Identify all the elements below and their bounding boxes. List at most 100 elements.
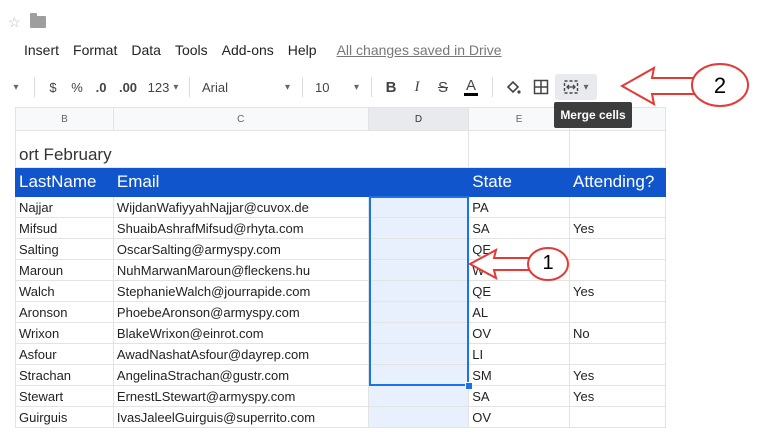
- table-cell[interactable]: [568, 301, 666, 323]
- table-cell[interactable]: OV: [468, 322, 570, 344]
- header-cell[interactable]: Email: [112, 167, 369, 197]
- grid-cell[interactable]: [367, 130, 470, 168]
- table-cell[interactable]: [367, 343, 470, 365]
- table-cell[interactable]: Strachan: [15, 364, 114, 386]
- table-cell[interactable]: [367, 238, 470, 260]
- table-cell[interactable]: OscarSalting@armyspy.com: [112, 238, 369, 260]
- header-cell[interactable]: Attending?: [568, 167, 666, 197]
- table-cell[interactable]: [367, 322, 470, 344]
- table-cell[interactable]: AngelinaStrachan@gustr.com: [112, 364, 369, 386]
- column-header-c[interactable]: C: [112, 107, 369, 131]
- table-row: Najjar WijdanWafiyyahNajjar@cuvox.de PA: [15, 196, 666, 218]
- table-cell[interactable]: [367, 196, 470, 218]
- table-cell[interactable]: ShuaibAshrafMifsud@rhyta.com: [112, 217, 369, 239]
- table-cell[interactable]: [367, 280, 470, 302]
- fill-color-button[interactable]: [499, 74, 527, 100]
- menu-tools[interactable]: Tools: [175, 42, 208, 58]
- table-cell[interactable]: LI: [468, 343, 570, 365]
- font-size-dropdown[interactable]: 10: [309, 74, 365, 100]
- table-cell[interactable]: [367, 406, 470, 428]
- table-cell[interactable]: Yes: [568, 364, 666, 386]
- strikethrough-button[interactable]: S: [430, 74, 456, 100]
- table-cell[interactable]: [568, 343, 666, 365]
- table-cell[interactable]: Salting: [15, 238, 114, 260]
- borders-icon: [533, 79, 549, 95]
- font-label: Arial: [202, 79, 229, 95]
- table-cell[interactable]: WijdanWafiyyahNajjar@cuvox.de: [112, 196, 369, 218]
- sheet-title-cell[interactable]: ort February: [15, 130, 369, 168]
- save-status-link[interactable]: All changes saved in Drive: [337, 42, 502, 58]
- fill-handle[interactable]: [465, 382, 473, 390]
- borders-button[interactable]: [527, 74, 555, 100]
- table-cell[interactable]: OV: [468, 406, 570, 428]
- table-cell[interactable]: Najjar: [15, 196, 114, 218]
- star-icon[interactable]: ☆: [8, 14, 21, 31]
- table-cell[interactable]: IvasJaleelGuirguis@superrito.com: [112, 406, 369, 428]
- font-size-label: 10: [315, 79, 330, 95]
- table-cell[interactable]: Mifsud: [15, 217, 114, 239]
- table-cell[interactable]: Aronson: [15, 301, 114, 323]
- table-cell[interactable]: NuhMarwanMaroun@fleckens.hu: [112, 259, 369, 281]
- text-color-button[interactable]: A: [456, 74, 486, 100]
- header-cell[interactable]: [367, 167, 470, 197]
- menu-help[interactable]: Help: [288, 42, 317, 58]
- table-cell[interactable]: Asfour: [15, 343, 114, 365]
- number-format-dropdown[interactable]: 123: [143, 74, 183, 100]
- table-cell[interactable]: [367, 385, 470, 407]
- table-cell[interactable]: No: [568, 322, 666, 344]
- table-cell[interactable]: Maroun: [15, 259, 114, 281]
- decrease-decimal-button[interactable]: .0: [89, 74, 113, 100]
- merge-cells-button[interactable]: [555, 74, 597, 100]
- header-cell[interactable]: LastName: [15, 167, 114, 197]
- italic-button[interactable]: I: [404, 74, 430, 100]
- merge-cells-icon: [564, 80, 579, 94]
- table-cell[interactable]: Stewart: [15, 385, 114, 407]
- text-color-icon: A: [463, 76, 478, 96]
- table-cell[interactable]: Yes: [568, 280, 666, 302]
- table-row: Mifsud ShuaibAshrafMifsud@rhyta.com SA Yes: [15, 217, 666, 239]
- table-cell[interactable]: [568, 259, 666, 281]
- table-row: Stewart ErnestLStewart@armyspy.com SA Yes: [15, 385, 666, 407]
- currency-button[interactable]: $: [41, 74, 65, 100]
- menu-format[interactable]: Format: [73, 42, 117, 58]
- column-header-d[interactable]: D: [367, 107, 470, 131]
- table-cell[interactable]: [568, 406, 666, 428]
- table-row: Asfour AwadNashatAsfour@dayrep.com LI: [15, 343, 666, 365]
- table-cell[interactable]: SM: [468, 364, 570, 386]
- table-cell[interactable]: [367, 259, 470, 281]
- percent-button[interactable]: %: [65, 74, 89, 100]
- menu-insert[interactable]: Insert: [24, 42, 59, 58]
- grid-cell[interactable]: [468, 130, 570, 168]
- table-cell[interactable]: AL: [468, 301, 570, 323]
- font-dropdown[interactable]: Arial: [196, 74, 296, 100]
- folder-icon[interactable]: [30, 13, 46, 28]
- header-cell[interactable]: State: [468, 167, 570, 197]
- table-cell[interactable]: PA: [468, 196, 570, 218]
- table-cell[interactable]: PhoebeAronson@armyspy.com: [112, 301, 369, 323]
- zoom-dropdown[interactable]: [0, 74, 28, 100]
- table-cell[interactable]: Yes: [568, 217, 666, 239]
- table-cell[interactable]: ErnestLStewart@armyspy.com: [112, 385, 369, 407]
- table-cell[interactable]: [568, 238, 666, 260]
- table-cell[interactable]: SA: [468, 217, 570, 239]
- bold-button[interactable]: B: [378, 74, 404, 100]
- table-cell[interactable]: SA: [468, 385, 570, 407]
- table-cell[interactable]: [367, 301, 470, 323]
- table-cell[interactable]: Walch: [15, 280, 114, 302]
- table-cell[interactable]: [568, 196, 666, 218]
- table-cell[interactable]: AwadNashatAsfour@dayrep.com: [112, 343, 369, 365]
- table-cell[interactable]: [367, 217, 470, 239]
- callout-1: 1: [467, 244, 573, 284]
- column-header-b[interactable]: B: [15, 107, 114, 131]
- grid-cell[interactable]: [568, 130, 666, 168]
- table-cell[interactable]: Guirguis: [15, 406, 114, 428]
- menu-data[interactable]: Data: [131, 42, 161, 58]
- table-cell[interactable]: [367, 364, 470, 386]
- menu-addons[interactable]: Add-ons: [222, 42, 274, 58]
- increase-decimal-button[interactable]: .00: [113, 74, 143, 100]
- table-cell[interactable]: StephanieWalch@jourrapide.com: [112, 280, 369, 302]
- table-cell[interactable]: Yes: [568, 385, 666, 407]
- table-cell[interactable]: Wrixon: [15, 322, 114, 344]
- toolbar: $ % .0 .00 123 Arial 10 B I S A: [0, 72, 666, 102]
- table-cell[interactable]: BlakeWrixon@einrot.com: [112, 322, 369, 344]
